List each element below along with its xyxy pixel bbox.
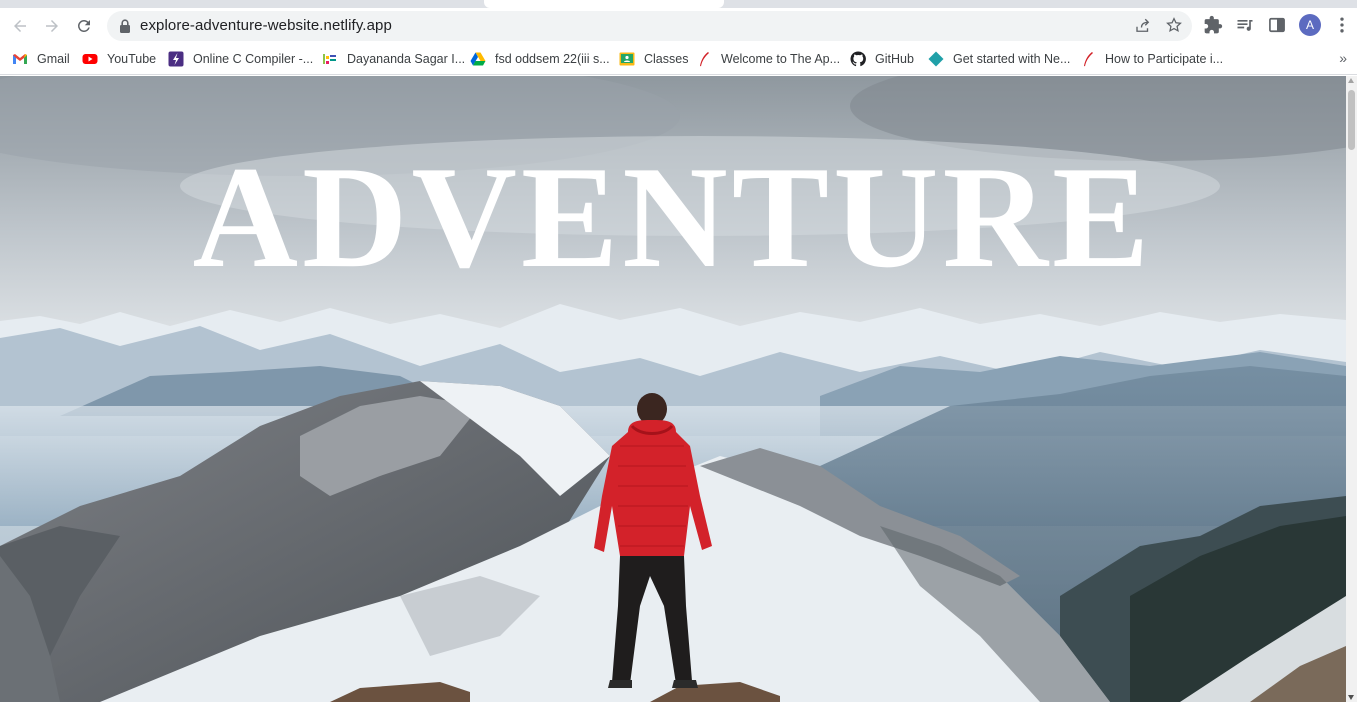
- bookmark-fsd-oddsem[interactable]: fsd oddsem 22(iii s...: [470, 48, 610, 70]
- share-icon[interactable]: [1134, 17, 1152, 35]
- github-icon: [850, 51, 866, 67]
- bookmark-label: Welcome to The Ap...: [721, 52, 841, 66]
- bookmark-classes[interactable]: Classes: [619, 48, 688, 70]
- youtube-icon: [82, 54, 98, 64]
- reload-button[interactable]: [70, 12, 98, 40]
- netlify-icon: [928, 51, 944, 67]
- bookmark-label: Dayananda Sagar I...: [347, 52, 466, 66]
- bookmark-get-started-netlify[interactable]: Get started with Ne...: [928, 48, 1070, 70]
- bookmark-label: GitHub: [875, 52, 914, 66]
- bookmark-label: Classes: [644, 52, 689, 66]
- bookmark-label: Online C Compiler -...: [193, 52, 314, 66]
- kebab-menu-icon[interactable]: [1332, 15, 1352, 35]
- bookmark-label: YouTube: [107, 52, 157, 66]
- puzzle-icon[interactable]: [1203, 15, 1223, 35]
- classroom-icon: [619, 52, 635, 66]
- profile-avatar[interactable]: A: [1299, 14, 1321, 36]
- bookmarks-bar: Gmail YouTube Online C Compiler -... Day…: [0, 44, 1357, 75]
- browser-toolbar: explore-adventure-website.netlify.app A: [0, 8, 1357, 44]
- address-bar[interactable]: explore-adventure-website.netlify.app: [107, 11, 1192, 41]
- active-tab[interactable]: [484, 0, 724, 8]
- google-drive-icon: [470, 52, 486, 66]
- side-panel-icon[interactable]: [1267, 15, 1287, 35]
- forward-button[interactable]: [38, 12, 66, 40]
- tab-strip: [0, 0, 1357, 8]
- reload-icon: [77, 19, 90, 32]
- bookmark-github[interactable]: GitHub: [850, 48, 914, 70]
- back-button[interactable]: [6, 12, 34, 40]
- feather-icon: [700, 52, 709, 67]
- bookmark-welcome-apache[interactable]: Welcome to The Ap...: [696, 48, 840, 70]
- hero-title: ADVENTURE: [192, 136, 1154, 298]
- college-icon: [323, 54, 336, 64]
- scroll-down-arrow-icon[interactable]: [1348, 695, 1354, 700]
- scroll-up-arrow-icon[interactable]: [1348, 78, 1354, 83]
- bookmark-youtube[interactable]: YouTube: [82, 48, 156, 70]
- bookmark-how-to-participate[interactable]: How to Participate i...: [1080, 48, 1223, 70]
- chevron-double-right-icon[interactable]: »: [1339, 50, 1347, 66]
- star-icon[interactable]: [1165, 16, 1183, 34]
- lock-icon[interactable]: [118, 18, 132, 34]
- page-viewport: ADVENTURE: [0, 76, 1357, 702]
- bookmark-dayananda-sagar[interactable]: Dayananda Sagar I...: [322, 48, 465, 70]
- bookmark-label: Gmail: [37, 52, 70, 66]
- media-queue-icon[interactable]: [1235, 15, 1255, 35]
- hero-section: ADVENTURE: [0, 76, 1346, 702]
- scrollbar-thumb[interactable]: [1348, 90, 1355, 150]
- bookmark-label: How to Participate i...: [1105, 52, 1224, 66]
- compiler-icon: [168, 51, 184, 67]
- bookmark-label: fsd oddsem 22(iii s...: [495, 52, 610, 66]
- bookmark-online-c-compiler[interactable]: Online C Compiler -...: [168, 48, 313, 70]
- feather-icon: [1084, 52, 1093, 67]
- url-text[interactable]: explore-adventure-website.netlify.app: [140, 17, 392, 34]
- arrow-left-icon: [14, 20, 26, 32]
- bookmark-label: Get started with Ne...: [953, 52, 1071, 66]
- bookmark-gmail[interactable]: Gmail: [12, 48, 70, 70]
- arrow-right-icon: [46, 20, 58, 32]
- gmail-icon: [13, 54, 27, 64]
- page-scrollbar[interactable]: [1346, 76, 1357, 702]
